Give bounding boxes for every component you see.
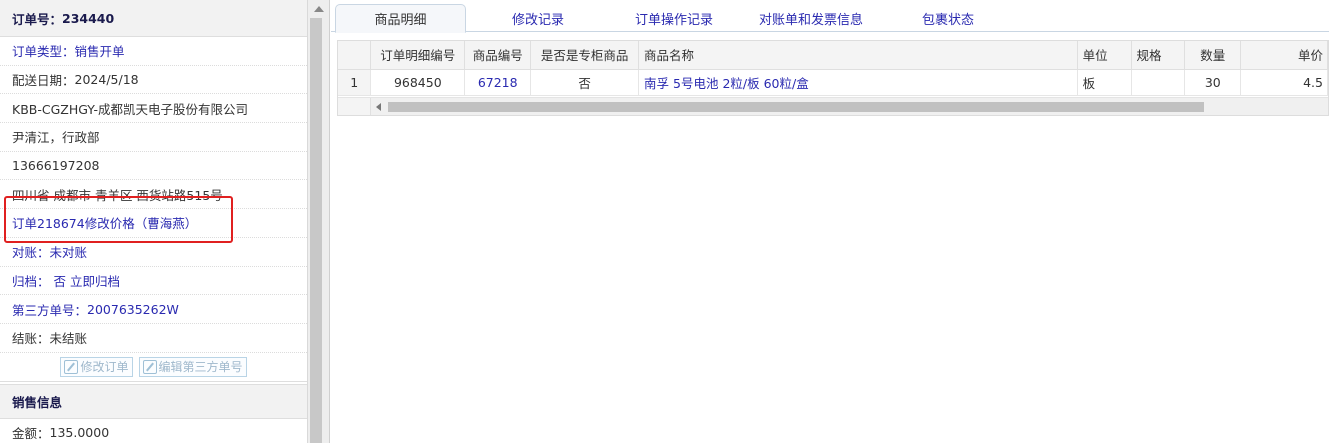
customer-name: KBB-CGZHGY-成都凯天电子股份有限公司: [12, 101, 248, 117]
action-buttons: 修改订单 编辑第三方单号: [0, 353, 307, 382]
contact-name: 尹清江，行政部: [12, 130, 100, 146]
left-panel-scrollbar[interactable]: [308, 0, 330, 443]
column-header-detail-no[interactable]: 订单明细编号: [370, 41, 466, 70]
table-row[interactable]: 1 968450 67218 否 南孚 5号电池 2粒/板 60粒/盒 板 30…: [338, 69, 1328, 96]
row-index: 1: [338, 69, 372, 96]
column-header-spec[interactable]: 规格: [1131, 41, 1186, 70]
archive-row: 归档： 否 立即归档: [0, 267, 307, 296]
column-header-qty[interactable]: 数量: [1184, 41, 1242, 70]
detail-panel: 商品明细 修改记录 订单操作记录 对账单和发票信息 包裹状态 订单明细编号 商品…: [331, 0, 1329, 443]
price-change-row[interactable]: 订单218674修改价格（曹海燕）: [0, 209, 307, 238]
column-header-name[interactable]: 商品名称: [638, 41, 1078, 70]
column-header-index: [338, 41, 372, 70]
column-header-product-no[interactable]: 商品编号: [464, 41, 532, 70]
third-party-number: 2007635262W: [87, 301, 179, 317]
contact-row: 尹清江，行政部: [0, 123, 307, 152]
archive-now-link[interactable]: 立即归档: [70, 271, 120, 290]
scrollbar-corner: [338, 98, 371, 115]
horizontal-scrollbar[interactable]: [338, 97, 1328, 115]
phone-number: 13666197208: [12, 158, 100, 174]
scroll-thumb[interactable]: [310, 18, 322, 443]
scroll-left-icon[interactable]: [376, 103, 381, 111]
tab-operation-log[interactable]: 订单操作记录: [615, 4, 733, 33]
reconcile-status: 未对账: [49, 245, 88, 261]
column-header-counter[interactable]: 是否是专柜商品: [530, 41, 640, 70]
amount-row: 金额： 135.0000: [0, 419, 307, 443]
detail-no-cell: 968450: [370, 69, 466, 96]
order-number: 234440: [62, 10, 115, 26]
settlement-row: 结账： 未结账: [0, 324, 307, 353]
horizontal-scroll-thumb[interactable]: [388, 102, 1204, 112]
phone-row: 13666197208: [0, 152, 307, 181]
edit-icon: [64, 359, 79, 374]
column-header-unit[interactable]: 单位: [1077, 41, 1132, 70]
third-party-row: 第三方单号： 2007635262W: [0, 295, 307, 324]
counter-cell: 否: [530, 69, 640, 96]
order-info-panel: 订单号： 234440 订单类型： 销售开单 配送日期： 2024/5/18 K…: [0, 0, 308, 443]
product-no-link[interactable]: 67218: [464, 69, 532, 96]
address-row: 四川省 成都市 青羊区 西货站路515号: [0, 180, 307, 210]
table-header-row: 订单明细编号 商品编号 是否是专柜商品 商品名称 单位 规格 数量 单价: [338, 41, 1328, 70]
edit-icon: [142, 359, 157, 374]
tab-change-log[interactable]: 修改记录: [481, 4, 595, 33]
tab-package-status[interactable]: 包裹状态: [903, 4, 993, 33]
settlement-status: 未结账: [49, 331, 88, 347]
delivery-date-row: 配送日期： 2024/5/18: [0, 66, 307, 95]
tab-product-detail[interactable]: 商品明细: [335, 4, 466, 33]
order-number-label: 订单号：: [12, 11, 63, 27]
column-header-price[interactable]: 单价: [1240, 41, 1328, 70]
spec-cell: [1131, 69, 1186, 96]
tab-bar: 商品明细 修改记录 订单操作记录 对账单和发票信息 包裹状态: [331, 0, 1329, 33]
amount-value: 135.0000: [49, 424, 110, 440]
sales-info-header: 销售信息: [0, 383, 307, 419]
product-table: 订单明细编号 商品编号 是否是专柜商品 商品名称 单位 规格 数量 单价 1 9…: [338, 41, 1328, 96]
address: 四川省 成都市 青羊区 西货站路515号: [12, 187, 223, 203]
unit-cell: 板: [1077, 69, 1132, 96]
product-name-link[interactable]: 南孚 5号电池 2粒/板 60粒/盒: [638, 69, 1078, 96]
qty-cell: 30: [1184, 69, 1242, 96]
tab-statement-invoice[interactable]: 对账单和发票信息: [741, 4, 881, 33]
edit-order-button[interactable]: 修改订单: [60, 356, 133, 377]
order-type-row: 订单类型： 销售开单: [0, 37, 307, 66]
order-type-value: 销售开单: [74, 44, 125, 60]
app-root: 订单号： 234440 订单类型： 销售开单 配送日期： 2024/5/18 K…: [0, 0, 1329, 443]
customer-row: KBB-CGZHGY-成都凯天电子股份有限公司: [0, 94, 307, 124]
archive-status: 否: [53, 273, 67, 289]
price-change-link[interactable]: 订单218674修改价格（曹海燕）: [12, 213, 197, 232]
delivery-date-value: 2024/5/18: [74, 72, 139, 88]
scroll-up-icon[interactable]: [314, 6, 324, 12]
product-grid: 订单明细编号 商品编号 是否是专柜商品 商品名称 单位 规格 数量 单价 1 9…: [337, 40, 1329, 116]
edit-third-party-button[interactable]: 编辑第三方单号: [138, 356, 247, 377]
reconcile-row: 对账： 未对账: [0, 238, 307, 267]
order-number-header: 订单号： 234440: [0, 0, 307, 37]
price-cell: 4.5: [1240, 69, 1328, 96]
